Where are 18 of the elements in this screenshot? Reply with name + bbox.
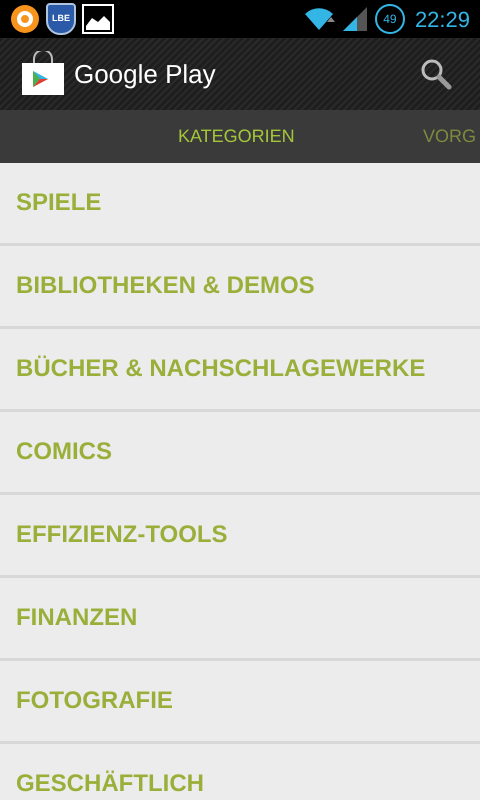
app-title: Google Play [74, 58, 216, 90]
signal-icon [340, 5, 369, 33]
category-item[interactable]: GESCHÄFTLICH [0, 744, 480, 800]
shopping-bag-icon [20, 51, 66, 97]
category-item[interactable]: COMICS [0, 412, 480, 495]
category-item[interactable]: EFFIZIENZ-TOOLS [0, 495, 480, 578]
clock: 22:29 [414, 6, 470, 34]
app-icon [10, 4, 40, 34]
image-icon [82, 4, 114, 34]
category-item[interactable]: BÜCHER & NACHSCHLAGEWERKE [0, 329, 480, 412]
tab[interactable]: VORG [423, 110, 476, 163]
category-item[interactable]: FOTOGRAFIE [0, 661, 480, 744]
tab[interactable]: KATEGORIEN [178, 110, 295, 163]
category-item[interactable]: FINANZEN [0, 578, 480, 661]
category-item[interactable]: SPIELE [0, 163, 480, 246]
category-item[interactable]: BIBLIOTHEKEN & DEMOS [0, 246, 480, 329]
shield-icon: LBE [46, 3, 76, 35]
battery-icon: 49 [374, 4, 405, 34]
